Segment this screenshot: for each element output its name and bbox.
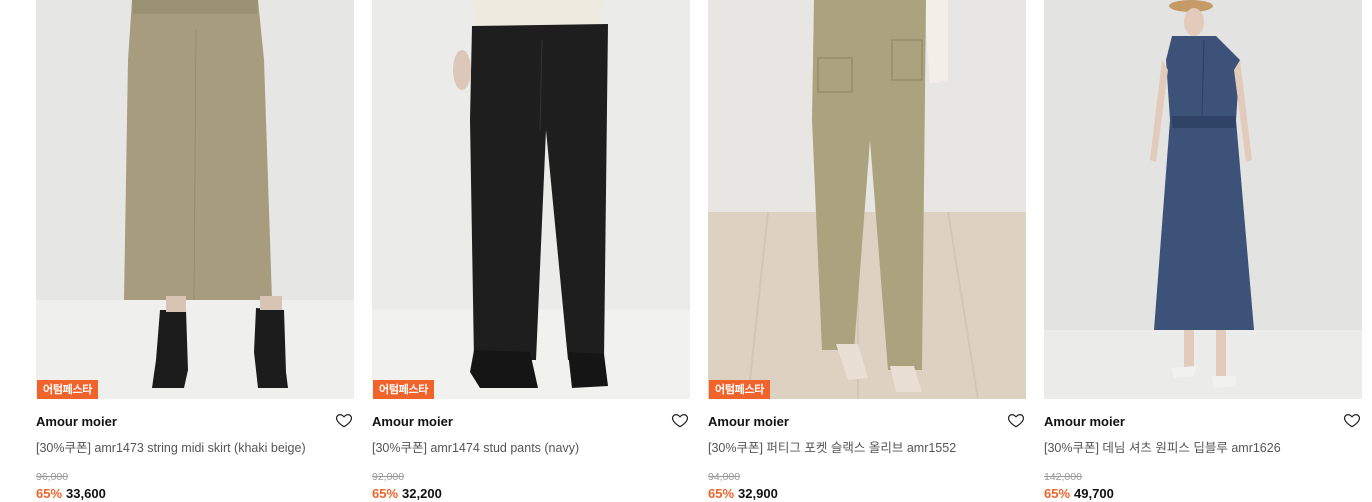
product-image[interactable]: 어텀페스타 bbox=[372, 0, 690, 399]
sale-price: 33,600 bbox=[66, 486, 106, 501]
product-image[interactable]: 어텀페스타 bbox=[36, 0, 354, 399]
discount-rate: 65% bbox=[36, 486, 63, 501]
discount-rate: 65% bbox=[708, 486, 735, 501]
heart-outline-icon[interactable] bbox=[335, 411, 353, 429]
product-card[interactable]: 어텀페스타 Amour moier [30%쿠폰] amr1473 string… bbox=[36, 0, 354, 501]
product-grid: 어텀페스타 Amour moier [30%쿠폰] amr1473 string… bbox=[36, 0, 1362, 501]
brand-row: Amour moier bbox=[708, 413, 1026, 435]
product-card[interactable]: 어텀페스타 Amour moier [30%쿠폰] 퍼티그 포켓 슬랙스 올리브… bbox=[708, 0, 1026, 501]
product-image[interactable] bbox=[1044, 0, 1362, 399]
product-photo bbox=[36, 0, 354, 399]
discount-rate: 65% bbox=[1044, 486, 1071, 501]
promo-badge: 어텀페스타 bbox=[37, 380, 99, 399]
original-price: 142,000 bbox=[1044, 471, 1082, 483]
brand-name[interactable]: Amour moier bbox=[36, 414, 117, 429]
product-card[interactable]: Amour moier [30%쿠폰] 데님 셔츠 원피스 딥블루 amr162… bbox=[1044, 0, 1362, 501]
promo-badge: 어텀페스타 bbox=[373, 380, 435, 399]
price-row: 65% 32,200 bbox=[372, 486, 690, 501]
product-title[interactable]: [30%쿠폰] amr1473 string midi skirt (khaki… bbox=[36, 437, 354, 456]
brand-row: Amour moier bbox=[372, 413, 690, 435]
brand-row: Amour moier bbox=[36, 413, 354, 435]
product-title[interactable]: [30%쿠폰] 퍼티그 포켓 슬랙스 올리브 amr1552 bbox=[708, 437, 1026, 456]
price-row: 65% 49,700 bbox=[1044, 486, 1362, 501]
brand-name[interactable]: Amour moier bbox=[708, 414, 789, 429]
sale-price: 49,700 bbox=[1074, 486, 1114, 501]
brand-name[interactable]: Amour moier bbox=[372, 414, 453, 429]
product-title[interactable]: [30%쿠폰] 데님 셔츠 원피스 딥블루 amr1626 bbox=[1044, 437, 1362, 456]
original-price: 96,000 bbox=[36, 471, 69, 483]
product-card[interactable]: 어텀페스타 Amour moier [30%쿠폰] amr1474 stud p… bbox=[372, 0, 690, 501]
heart-outline-icon[interactable] bbox=[1343, 411, 1361, 429]
brand-name[interactable]: Amour moier bbox=[1044, 414, 1125, 429]
discount-rate: 65% bbox=[372, 486, 399, 501]
product-photo bbox=[372, 0, 690, 399]
product-photo bbox=[1044, 0, 1362, 399]
promo-badge: 어텀페스타 bbox=[709, 380, 771, 399]
sale-price: 32,200 bbox=[402, 486, 442, 501]
product-title[interactable]: [30%쿠폰] amr1474 stud pants (navy) bbox=[372, 437, 690, 456]
original-price: 92,000 bbox=[372, 471, 405, 483]
price-row: 65% 32,900 bbox=[708, 486, 1026, 501]
sale-price: 32,900 bbox=[738, 486, 778, 501]
price-row: 65% 33,600 bbox=[36, 486, 354, 501]
brand-row: Amour moier bbox=[1044, 413, 1362, 435]
product-image[interactable]: 어텀페스타 bbox=[708, 0, 1026, 399]
heart-outline-icon[interactable] bbox=[1007, 411, 1025, 429]
original-price: 94,000 bbox=[708, 471, 741, 483]
heart-outline-icon[interactable] bbox=[671, 411, 689, 429]
product-photo bbox=[708, 0, 1026, 399]
